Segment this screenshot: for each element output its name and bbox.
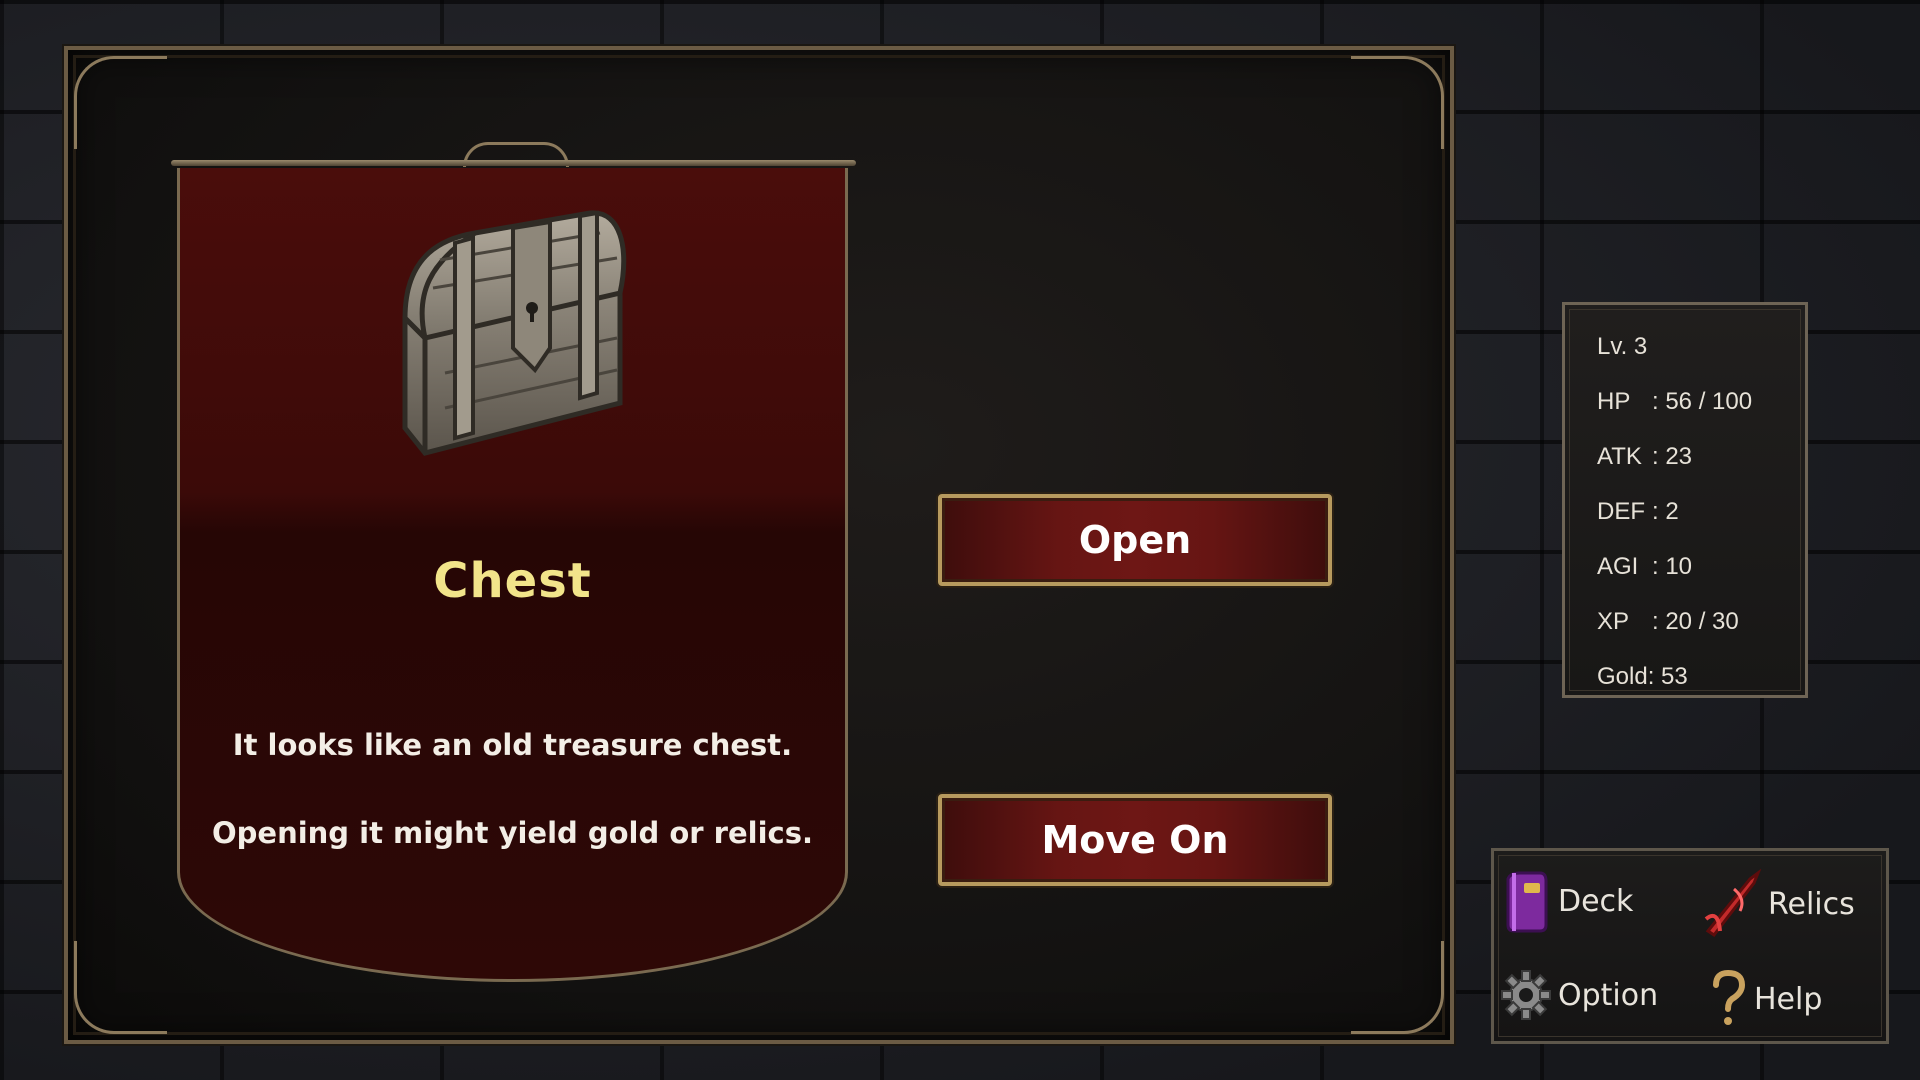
deck-button[interactable]: Deck	[1500, 869, 1633, 933]
atk-value: : 23	[1652, 442, 1693, 470]
xp-label: XP	[1597, 607, 1630, 635]
def-value: : 2	[1652, 497, 1679, 525]
deck-label: Deck	[1558, 883, 1634, 919]
atk-label: ATK	[1597, 442, 1642, 470]
stat-agi: AGI : 10	[1597, 539, 1805, 594]
event-banner: Chest It looks like an old treasure ches…	[171, 114, 856, 986]
level-value: Lv. 3	[1597, 332, 1648, 360]
hp-label: HP	[1597, 387, 1631, 415]
frame-ornament-bottom-left	[74, 941, 167, 1034]
frame-ornament-bottom-right	[1351, 941, 1444, 1034]
open-button[interactable]: Open	[938, 494, 1332, 586]
help-button[interactable]: Help	[1708, 969, 1822, 1029]
hp-value: : 56 / 100	[1652, 387, 1753, 415]
help-icon	[1713, 969, 1746, 1025]
relics-button[interactable]: Relics	[1700, 869, 1855, 939]
gold-value: Gold: 53	[1597, 662, 1688, 690]
help-label: Help	[1754, 981, 1823, 1017]
xp-value: : 20 / 30	[1652, 607, 1739, 635]
stat-def: DEF : 2	[1597, 484, 1805, 539]
agi-label: AGI	[1597, 552, 1639, 580]
gear-icon	[1501, 970, 1551, 1020]
agi-value: : 10	[1652, 552, 1693, 580]
stat-xp: XP : 20 / 30	[1597, 594, 1805, 649]
banner-cloth: Chest It looks like an old treasure ches…	[177, 168, 848, 982]
option-label: Option	[1558, 977, 1659, 1013]
def-label: DEF	[1597, 497, 1645, 525]
event-description-line1: It looks like an old treasure chest.	[232, 728, 793, 762]
chest-icon	[402, 210, 627, 456]
banner-rod	[171, 160, 856, 166]
relics-icon	[1704, 869, 1762, 938]
deck-icon	[1506, 871, 1548, 933]
game-menu-panel: Deck Relics Option Help	[1491, 848, 1889, 1044]
stat-hp: HP : 56 / 100	[1597, 374, 1805, 429]
stat-gold: Gold: 53	[1597, 649, 1805, 704]
stat-atk: ATK : 23	[1597, 429, 1805, 484]
event-title: Chest	[433, 553, 592, 609]
frame-ornament-top-left	[74, 56, 167, 149]
relics-label: Relics	[1768, 886, 1855, 922]
option-button[interactable]: Option	[1500, 969, 1658, 1021]
move-on-button[interactable]: Move On	[938, 794, 1332, 886]
event-description-line2: Opening it might yield gold or relics.	[211, 816, 813, 850]
stat-level: Lv. 3	[1597, 319, 1805, 374]
stats-panel: Lv. 3 HP : 56 / 100 ATK : 23 DEF : 2 AGI…	[1562, 302, 1808, 698]
frame-ornament-top-right	[1351, 56, 1444, 149]
